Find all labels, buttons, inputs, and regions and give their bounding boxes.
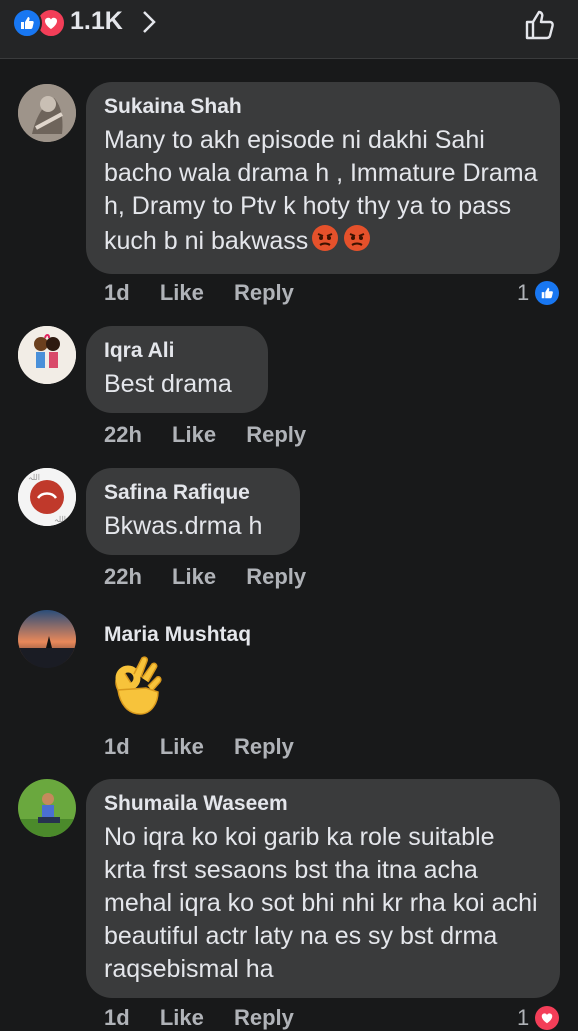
like-count: 1	[517, 280, 530, 305]
love-reaction-icon	[535, 1006, 560, 1030]
comment-actions: 1d Like Reply	[104, 280, 318, 306]
svg-text:اللہ: اللہ	[28, 473, 40, 482]
like-action[interactable]: Like	[160, 280, 204, 305]
comment-bubble[interactable]: Iqra Ali Best drama	[86, 326, 268, 413]
comment-bubble[interactable]: Safina Rafique Bkwas.drma h	[86, 468, 300, 555]
comment-time: 1d	[104, 280, 130, 305]
comment-time: 1d	[104, 1005, 130, 1030]
commenter-name[interactable]: Maria Mushtaq	[104, 622, 251, 648]
comment-text: Best drama	[104, 370, 232, 398]
reply-action[interactable]: Reply	[234, 1005, 294, 1030]
comment-time: 1d	[104, 734, 130, 759]
like-action[interactable]: Like	[160, 1005, 204, 1030]
reply-action[interactable]: Reply	[234, 734, 294, 759]
ok-hand-icon	[104, 654, 168, 725]
comment-bubble[interactable]: Shumaila Waseem No iqra ko koi garib ka …	[86, 779, 560, 998]
angry-face-icon	[342, 223, 372, 262]
like-action[interactable]: Like	[172, 564, 216, 589]
commenter-name[interactable]: Shumaila Waseem	[104, 791, 542, 817]
commenter-name[interactable]: Sukaina Shah	[104, 94, 542, 120]
comment-actions: 22h Like Reply	[104, 564, 330, 590]
like-reaction-icon	[12, 8, 42, 38]
like-action[interactable]: Like	[172, 422, 216, 447]
like-reaction-icon	[535, 281, 560, 305]
comment-actions: 1d Like Reply	[104, 734, 318, 760]
reactions-bar: 1.1K	[0, 0, 578, 59]
reply-action[interactable]: Reply	[234, 280, 294, 305]
comment-reaction-count[interactable]: 1	[517, 1005, 560, 1031]
commenter-name[interactable]: Safina Rafique	[104, 480, 282, 506]
reply-action[interactable]: Reply	[246, 564, 306, 589]
svg-text:اللہ: اللہ	[54, 515, 66, 524]
reaction-count[interactable]: 1.1K	[70, 7, 123, 36]
chevron-right-icon[interactable]	[140, 8, 158, 41]
comment-text: No iqra ko koi garib ka role suitable kr…	[104, 823, 538, 983]
avatar[interactable]	[18, 84, 76, 142]
like-action[interactable]: Like	[160, 734, 204, 759]
avatar[interactable]	[18, 326, 76, 384]
commenter-name[interactable]: Iqra Ali	[104, 338, 250, 364]
like-count: 1	[517, 1005, 530, 1030]
comment-actions: 22h Like Reply	[104, 422, 330, 448]
avatar[interactable]	[18, 779, 76, 837]
comment-text: Bkwas.drma h	[104, 512, 263, 540]
comment-bubble[interactable]: Sukaina Shah Many to akh episode ni dakh…	[86, 82, 560, 274]
comment-reaction-count[interactable]: 1	[517, 280, 560, 306]
reply-action[interactable]: Reply	[246, 422, 306, 447]
angry-face-icon	[310, 223, 340, 262]
like-post-button[interactable]	[523, 8, 557, 47]
comment-time: 22h	[104, 422, 142, 447]
comment-actions: 1d Like Reply	[104, 1005, 318, 1031]
avatar[interactable]: اللہ اللہ	[18, 468, 76, 526]
comment-time: 22h	[104, 564, 142, 589]
avatar[interactable]	[18, 610, 76, 668]
